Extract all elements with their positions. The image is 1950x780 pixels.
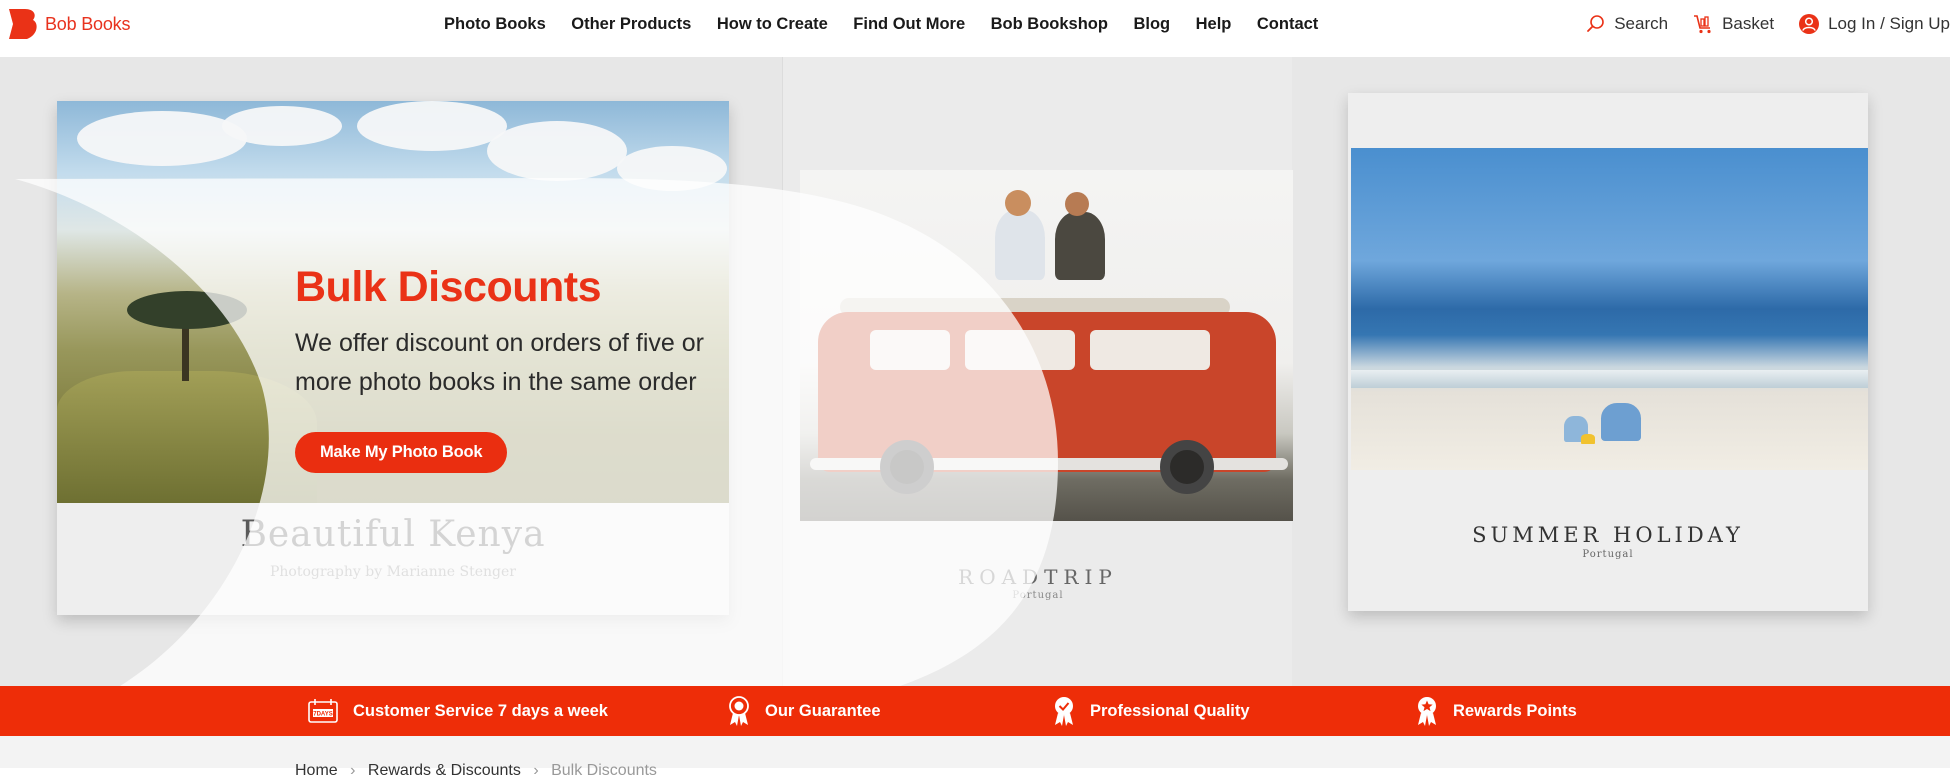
breadcrumb-rewards[interactable]: Rewards & Discounts — [368, 762, 521, 779]
calendar-icon: 7DAYS — [308, 699, 338, 723]
search-link[interactable]: Search — [1586, 14, 1668, 34]
svg-text:7DAYS: 7DAYS — [313, 712, 332, 718]
quality-badge-icon — [1055, 697, 1073, 726]
nav-item-photo-books[interactable]: Photo Books — [444, 15, 546, 34]
brand-name: Bob Books — [45, 13, 131, 34]
breadcrumb-separator: › — [533, 762, 539, 779]
hero-subtitle: We offer discount on orders of five or m… — [295, 329, 705, 396]
benefit-quality[interactable]: Professional Quality — [1052, 686, 1250, 736]
hero-content: Bulk Discounts We offer discount on orde… — [295, 263, 765, 473]
benefit-label-customer-service: Customer Service 7 days a week — [353, 701, 608, 720]
nav-item-bob-bookshop[interactable]: Bob Bookshop — [991, 15, 1108, 34]
basket-label: Basket — [1722, 14, 1775, 33]
breadcrumb-home[interactable]: Home — [295, 762, 338, 779]
breadcrumb-separator: › — [350, 762, 356, 779]
nav-item-other-products[interactable]: Other Products — [571, 15, 691, 34]
search-label: Search — [1614, 14, 1669, 33]
benefit-customer-service[interactable]: 7DAYS Customer Service 7 days a week — [307, 686, 608, 736]
nav-item-find-out-more[interactable]: Find Out More — [853, 15, 965, 34]
star-ribbon-icon — [1418, 697, 1436, 726]
utility-links: Search Basket Log In / Sign Up — [1562, 13, 1950, 35]
nav-item-blog[interactable]: Blog — [1133, 15, 1170, 34]
benefit-label-rewards: Rewards Points — [1453, 701, 1577, 720]
basket-link[interactable]: Basket — [1692, 13, 1774, 35]
main-nav: Photo Books Other Products How to Create… — [444, 15, 1344, 34]
brand-logo[interactable]: Bob Books — [7, 7, 130, 41]
make-photo-book-button[interactable]: Make My Photo Book — [295, 432, 508, 473]
user-icon — [1799, 14, 1820, 34]
login-link[interactable]: Log In / Sign Up — [1798, 13, 1950, 35]
search-icon — [1587, 15, 1605, 32]
benefit-label-guarantee: Our Guarantee — [765, 701, 881, 720]
login-label: Log In / Sign Up — [1828, 14, 1950, 33]
site-header: Bob Books Photo Books Other Products How… — [0, 0, 1950, 57]
benefits-strip: 7DAYS Customer Service 7 days a week Our… — [0, 686, 1950, 736]
nav-item-contact[interactable]: Contact — [1257, 15, 1318, 34]
benefit-rewards[interactable]: Rewards Points — [1415, 686, 1577, 736]
nav-item-help[interactable]: Help — [1196, 15, 1232, 34]
breadcrumb: Home › Rewards & Discounts › Bulk Discou… — [295, 762, 665, 780]
hero-banner: Beautiful Kenya Photography by Marianne … — [0, 57, 1950, 686]
award-ribbon-icon — [729, 696, 749, 726]
benefit-label-quality: Professional Quality — [1090, 701, 1250, 720]
breadcrumb-bar: Home › Rewards & Discounts › Bulk Discou… — [0, 736, 1950, 779]
hero-swoosh-overlay — [15, 178, 1058, 686]
basket-icon — [1694, 15, 1711, 34]
benefit-guarantee[interactable]: Our Guarantee — [727, 686, 881, 736]
nav-item-how-to-create[interactable]: How to Create — [717, 15, 828, 34]
breadcrumb-current: Bulk Discounts — [551, 762, 657, 779]
brand-logo-icon — [9, 9, 37, 39]
hero-title: Bulk Discounts — [295, 263, 602, 311]
